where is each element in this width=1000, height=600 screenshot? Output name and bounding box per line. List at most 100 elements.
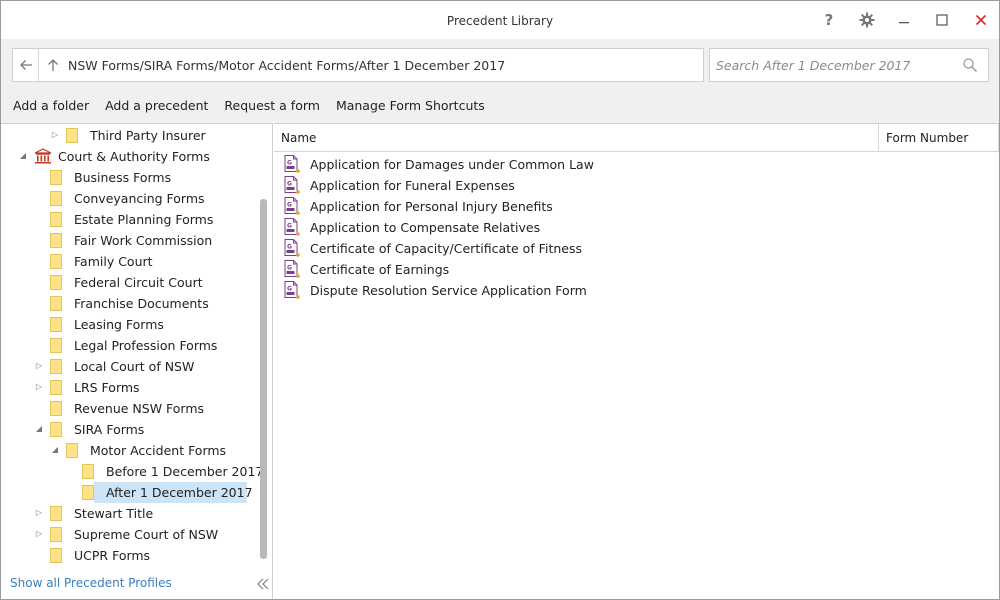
- search-icon[interactable]: [962, 57, 978, 73]
- folder-icon: [66, 128, 78, 143]
- folder-icon: [50, 275, 62, 290]
- expand-arrow-icon[interactable]: ▷: [34, 508, 44, 518]
- folder-icon: [50, 506, 62, 521]
- folder-icon: [50, 317, 62, 332]
- tree-scrollbar[interactable]: [260, 199, 267, 559]
- precedent-row[interactable]: G Application for Damages under Common La…: [274, 154, 998, 175]
- folder-icon: [50, 212, 62, 227]
- up-arrow-icon: [48, 59, 58, 71]
- tree-item-sira-forms[interactable]: ◢ SIRA Forms: [1, 419, 259, 440]
- address-bar: NSW Forms/SIRA Forms/Motor Accident Form…: [12, 48, 704, 82]
- form-document-icon: G: [284, 218, 300, 236]
- back-arrow-icon: [19, 60, 32, 70]
- tree-item-label: Family Court: [74, 254, 153, 269]
- svg-text:G: G: [287, 223, 292, 230]
- toolbar-area: NSW Forms/SIRA Forms/Motor Accident Form…: [1, 39, 999, 123]
- svg-text:G: G: [287, 244, 292, 251]
- folder-icon: [82, 485, 94, 500]
- tree-item-label: Supreme Court of NSW: [74, 527, 219, 542]
- tree-item-before-1-december-2017[interactable]: Before 1 December 2017: [1, 461, 263, 482]
- expand-arrow-icon[interactable]: ▷: [34, 529, 44, 539]
- add-folder-button[interactable]: Add a folder: [13, 98, 89, 113]
- tree-item-label: After 1 December 2017: [106, 485, 253, 500]
- precedent-row[interactable]: G Application to Compensate Relatives: [274, 217, 998, 238]
- folder-icon: [50, 548, 62, 563]
- tree-item-supreme-court-of-nsw[interactable]: ▷ Supreme Court of NSW: [1, 524, 259, 545]
- tree-item-fair-work-commission[interactable]: Fair Work Commission: [1, 230, 259, 251]
- precedent-row[interactable]: G Certificate of Capacity/Certificate of …: [274, 238, 998, 259]
- expand-arrow-icon[interactable]: ▷: [50, 130, 60, 140]
- tree-item-revenue-nsw-forms[interactable]: Revenue NSW Forms: [1, 398, 259, 419]
- tree-item-label: Revenue NSW Forms: [74, 401, 205, 416]
- column-header-form-number[interactable]: Form Number: [886, 131, 968, 145]
- add-precedent-button[interactable]: Add a precedent: [105, 98, 208, 113]
- precedent-name: Application for Funeral Expenses: [310, 178, 515, 193]
- close-button[interactable]: [966, 7, 996, 33]
- precedent-list-panel: Name Form Number G Application for Damage…: [274, 123, 999, 599]
- tree-item-label: Local Court of NSW: [74, 359, 195, 374]
- folder-icon: [50, 170, 62, 185]
- search-input[interactable]: [716, 54, 956, 76]
- svg-text:G: G: [287, 202, 292, 209]
- expand-arrow-icon[interactable]: ▷: [34, 361, 44, 371]
- tree-item-family-court[interactable]: Family Court: [1, 251, 259, 272]
- tree-item-franchise-documents[interactable]: Franchise Documents: [1, 293, 259, 314]
- up-button[interactable]: [42, 49, 64, 81]
- help-button[interactable]: ?: [814, 7, 844, 33]
- tree-item-label: Federal Circuit Court: [74, 275, 203, 290]
- precedent-row[interactable]: G Certificate of Earnings: [274, 259, 998, 280]
- tree-item-motor-accident-forms[interactable]: ◢ Motor Accident Forms: [1, 440, 259, 461]
- tree-item-court-and-authority-forms[interactable]: ◢ Court & Authority Forms: [1, 146, 259, 167]
- maximize-icon: [936, 14, 948, 26]
- expand-arrow-icon[interactable]: ▷: [34, 382, 44, 392]
- tree-item-lrs-forms[interactable]: ▷ LRS Forms: [1, 377, 259, 398]
- manage-form-shortcuts-button[interactable]: Manage Form Shortcuts: [336, 98, 485, 113]
- tree-item-label: Stewart Title: [74, 506, 154, 521]
- tree-item-label: UCPR Forms: [74, 548, 151, 563]
- folder-tree-panel: ▷ Third Party Insurer ◢ Court & Authority F…: [1, 123, 273, 599]
- maximize-button[interactable]: [927, 7, 957, 33]
- collapse-arrow-icon[interactable]: ◢: [18, 151, 28, 161]
- address-path[interactable]: NSW Forms/SIRA Forms/Motor Accident Form…: [68, 58, 505, 73]
- folder-icon: [66, 443, 78, 458]
- tree-item-estate-planning-forms[interactable]: Estate Planning Forms: [1, 209, 259, 230]
- tree-item-ucpr-forms[interactable]: UCPR Forms: [1, 545, 259, 566]
- tree-item-stewart-title[interactable]: ▷ Stewart Title: [1, 503, 259, 524]
- collapse-arrow-icon[interactable]: ◢: [50, 445, 60, 455]
- column-divider[interactable]: [998, 124, 999, 152]
- show-all-profiles-link[interactable]: Show all Precedent Profiles: [10, 576, 172, 590]
- collapse-panel-icon[interactable]: [255, 576, 271, 592]
- tree-item-federal-circuit-court[interactable]: Federal Circuit Court: [1, 272, 259, 293]
- request-form-button[interactable]: Request a form: [224, 98, 320, 113]
- precedent-row[interactable]: G Application for Funeral Expenses: [274, 175, 998, 196]
- tree-item-conveyancing-forms[interactable]: Conveyancing Forms: [1, 188, 259, 209]
- form-document-icon: G: [284, 155, 300, 173]
- tree-item-label: Franchise Documents: [74, 296, 209, 311]
- folder-icon: [50, 233, 62, 248]
- tree-item-local-court-of-nsw[interactable]: ▷ Local Court of NSW: [1, 356, 259, 377]
- form-document-icon: G: [284, 176, 300, 194]
- tree-item-leasing-forms[interactable]: Leasing Forms: [1, 314, 259, 335]
- form-document-icon: G: [284, 260, 300, 278]
- tree-item-legal-profession-forms[interactable]: Legal Profession Forms: [1, 335, 259, 356]
- list-header: Name Form Number: [274, 124, 999, 152]
- tree-item-after-1-december-2017[interactable]: After 1 December 2017: [1, 482, 259, 503]
- back-button[interactable]: [13, 49, 39, 81]
- folder-icon: [82, 464, 94, 479]
- column-header-name[interactable]: Name: [281, 131, 316, 145]
- minimize-button[interactable]: [889, 7, 919, 33]
- tree-item-label: Motor Accident Forms: [90, 443, 227, 458]
- settings-button[interactable]: [852, 7, 882, 33]
- folder-icon: [50, 254, 62, 269]
- svg-text:G: G: [287, 265, 292, 272]
- precedent-name: Dispute Resolution Service Application F…: [310, 283, 587, 298]
- tree-item-label: Estate Planning Forms: [74, 212, 214, 227]
- folder-icon: [50, 422, 62, 437]
- column-divider[interactable]: [878, 124, 879, 152]
- folder-icon: [50, 380, 62, 395]
- collapse-arrow-icon[interactable]: ◢: [34, 424, 44, 434]
- tree-item-third-party-insurer[interactable]: ▷ Third Party Insurer: [1, 125, 259, 146]
- precedent-row[interactable]: G Dispute Resolution Service Application …: [274, 280, 998, 301]
- precedent-row[interactable]: G Application for Personal Injury Benefit…: [274, 196, 998, 217]
- tree-item-business-forms[interactable]: Business Forms: [1, 167, 259, 188]
